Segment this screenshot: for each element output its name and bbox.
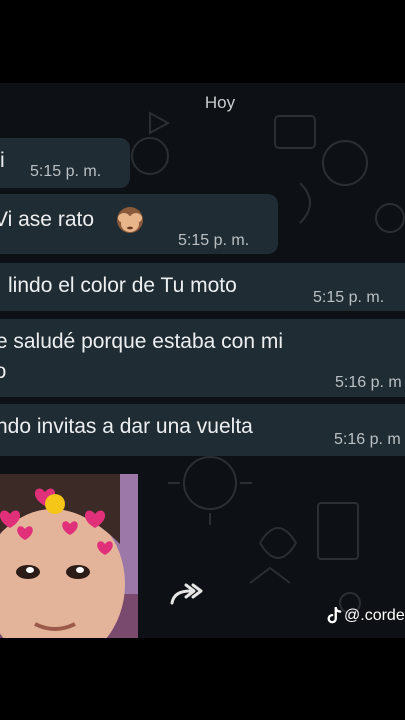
- girl-photo-with-hearts-icon: [0, 474, 138, 638]
- message-time: 5:16 p. m: [334, 431, 401, 448]
- message-bubble[interactable]: ndo invitas a dar una vuelta 5:16 p. m: [0, 404, 405, 456]
- message-bubble[interactable]: lindo el color de Tu moto 5:15 p. m.: [0, 263, 405, 311]
- tiktok-watermark: @.corde: [326, 607, 405, 625]
- message-time: 5:15 p. m.: [178, 232, 250, 249]
- message-text: Vi ase rato: [0, 208, 95, 231]
- tiktok-handle: @.corde: [344, 607, 405, 624]
- photo-message[interactable]: [0, 474, 138, 638]
- message-text: i: [0, 149, 5, 172]
- message-bubble[interactable]: te saludé porque estaba con mi io 5:16 p…: [0, 319, 405, 397]
- see-no-evil-monkey-icon: [117, 207, 143, 233]
- message-time: 5:15 p. m.: [313, 289, 385, 306]
- date-chip: Hoy: [204, 93, 236, 112]
- message-bubble[interactable]: i 5:15 p. m.: [0, 138, 130, 188]
- forward-button[interactable]: [168, 579, 204, 609]
- message-text: lindo el color de Tu moto: [8, 274, 237, 297]
- forward-icon: [170, 583, 203, 605]
- tiktok-icon: [327, 607, 342, 624]
- message-text: ndo invitas a dar una vuelta: [0, 415, 253, 438]
- message-text-line2: io: [0, 360, 7, 383]
- message-time: 5:15 p. m.: [30, 163, 102, 180]
- message-text-line1: te saludé porque estaba con mi: [0, 330, 284, 353]
- message-bubble[interactable]: Vi ase rato 5:15 p. m.: [0, 194, 278, 254]
- chat-area: Hoy i 5:15 p. m. Vi ase rato 5:15 p. m. …: [0, 83, 405, 638]
- message-time: 5:16 p. m: [335, 374, 402, 391]
